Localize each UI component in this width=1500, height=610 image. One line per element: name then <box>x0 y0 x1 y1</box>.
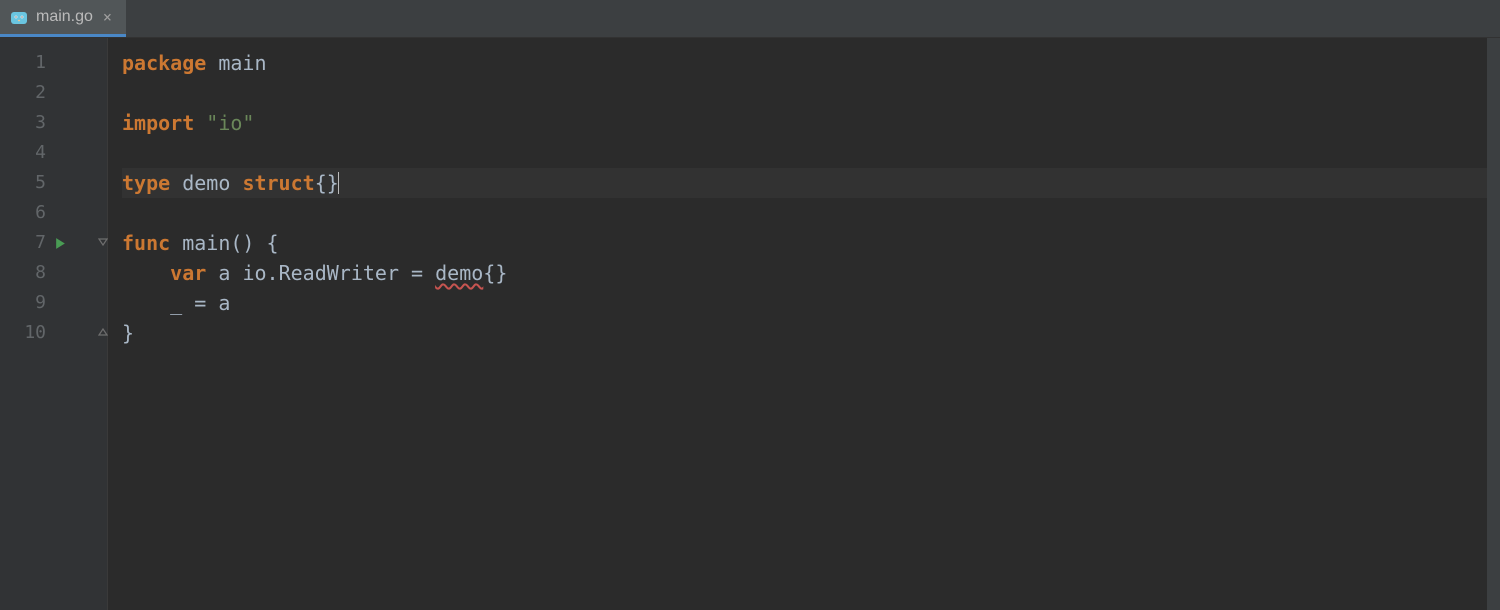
code-line: import "io" <box>122 108 1500 138</box>
text-caret <box>338 172 340 194</box>
code-line: } <box>122 318 1500 348</box>
line-number: 3 <box>0 108 46 138</box>
string-literal: "io" <box>206 111 254 135</box>
file-tab-label: main.go <box>36 8 93 26</box>
code-line <box>122 78 1500 108</box>
line-number: 5 <box>0 168 46 198</box>
gutter-line[interactable]: 8 <box>0 258 107 288</box>
code-line: var a io.ReadWriter = demo{} <box>122 258 1500 288</box>
keyword-type: type <box>122 171 170 195</box>
gutter-line[interactable]: 2 <box>0 78 107 108</box>
keyword-func: func <box>122 231 170 255</box>
line-number: 6 <box>0 198 46 228</box>
gutter-line[interactable]: 7 <box>0 228 107 258</box>
scrollbar[interactable] <box>1487 38 1500 610</box>
run-icon[interactable] <box>54 237 67 250</box>
go-file-icon <box>10 8 28 26</box>
line-number: 10 <box>0 318 46 348</box>
code-line: func main() { <box>122 228 1500 258</box>
keyword-import: import <box>122 111 194 135</box>
gutter-line[interactable]: 1 <box>0 48 107 78</box>
keyword-struct: struct <box>242 171 314 195</box>
close-icon[interactable]: × <box>101 8 114 27</box>
line-number: 9 <box>0 288 46 318</box>
code-line <box>122 138 1500 168</box>
type-name: ReadWriter <box>279 261 399 285</box>
gutter-line[interactable]: 4 <box>0 138 107 168</box>
gutter: 12345678910 <box>0 38 108 610</box>
gutter-line[interactable]: 3 <box>0 108 107 138</box>
fold-open-icon[interactable] <box>98 237 108 249</box>
file-tab-main-go[interactable]: main.go × <box>0 0 126 37</box>
code-line: type demo struct{} <box>122 168 1500 198</box>
tab-bar: main.go × <box>0 0 1500 38</box>
line-number: 1 <box>0 48 46 78</box>
code-line: _ = a <box>122 288 1500 318</box>
fold-close-icon[interactable] <box>98 327 108 339</box>
gutter-line[interactable]: 9 <box>0 288 107 318</box>
editor: 12345678910 package main import "io" type … <box>0 38 1500 610</box>
line-number: 7 <box>0 228 46 258</box>
keyword-var: var <box>170 261 206 285</box>
identifier: main <box>218 51 266 75</box>
gutter-line[interactable]: 6 <box>0 198 107 228</box>
line-number: 2 <box>0 78 46 108</box>
code-area[interactable]: package main import "io" type demo struct{… <box>108 38 1500 610</box>
gutter-line[interactable]: 10 <box>0 318 107 348</box>
keyword-package: package <box>122 51 206 75</box>
code-line <box>122 198 1500 228</box>
identifier: main <box>182 231 230 255</box>
identifier: demo <box>182 171 230 195</box>
error-underline: demo <box>435 261 483 285</box>
line-number: 8 <box>0 258 46 288</box>
line-number: 4 <box>0 138 46 168</box>
gutter-line[interactable]: 5 <box>0 168 107 198</box>
braces: {} <box>315 171 339 195</box>
code-line: package main <box>122 48 1500 78</box>
